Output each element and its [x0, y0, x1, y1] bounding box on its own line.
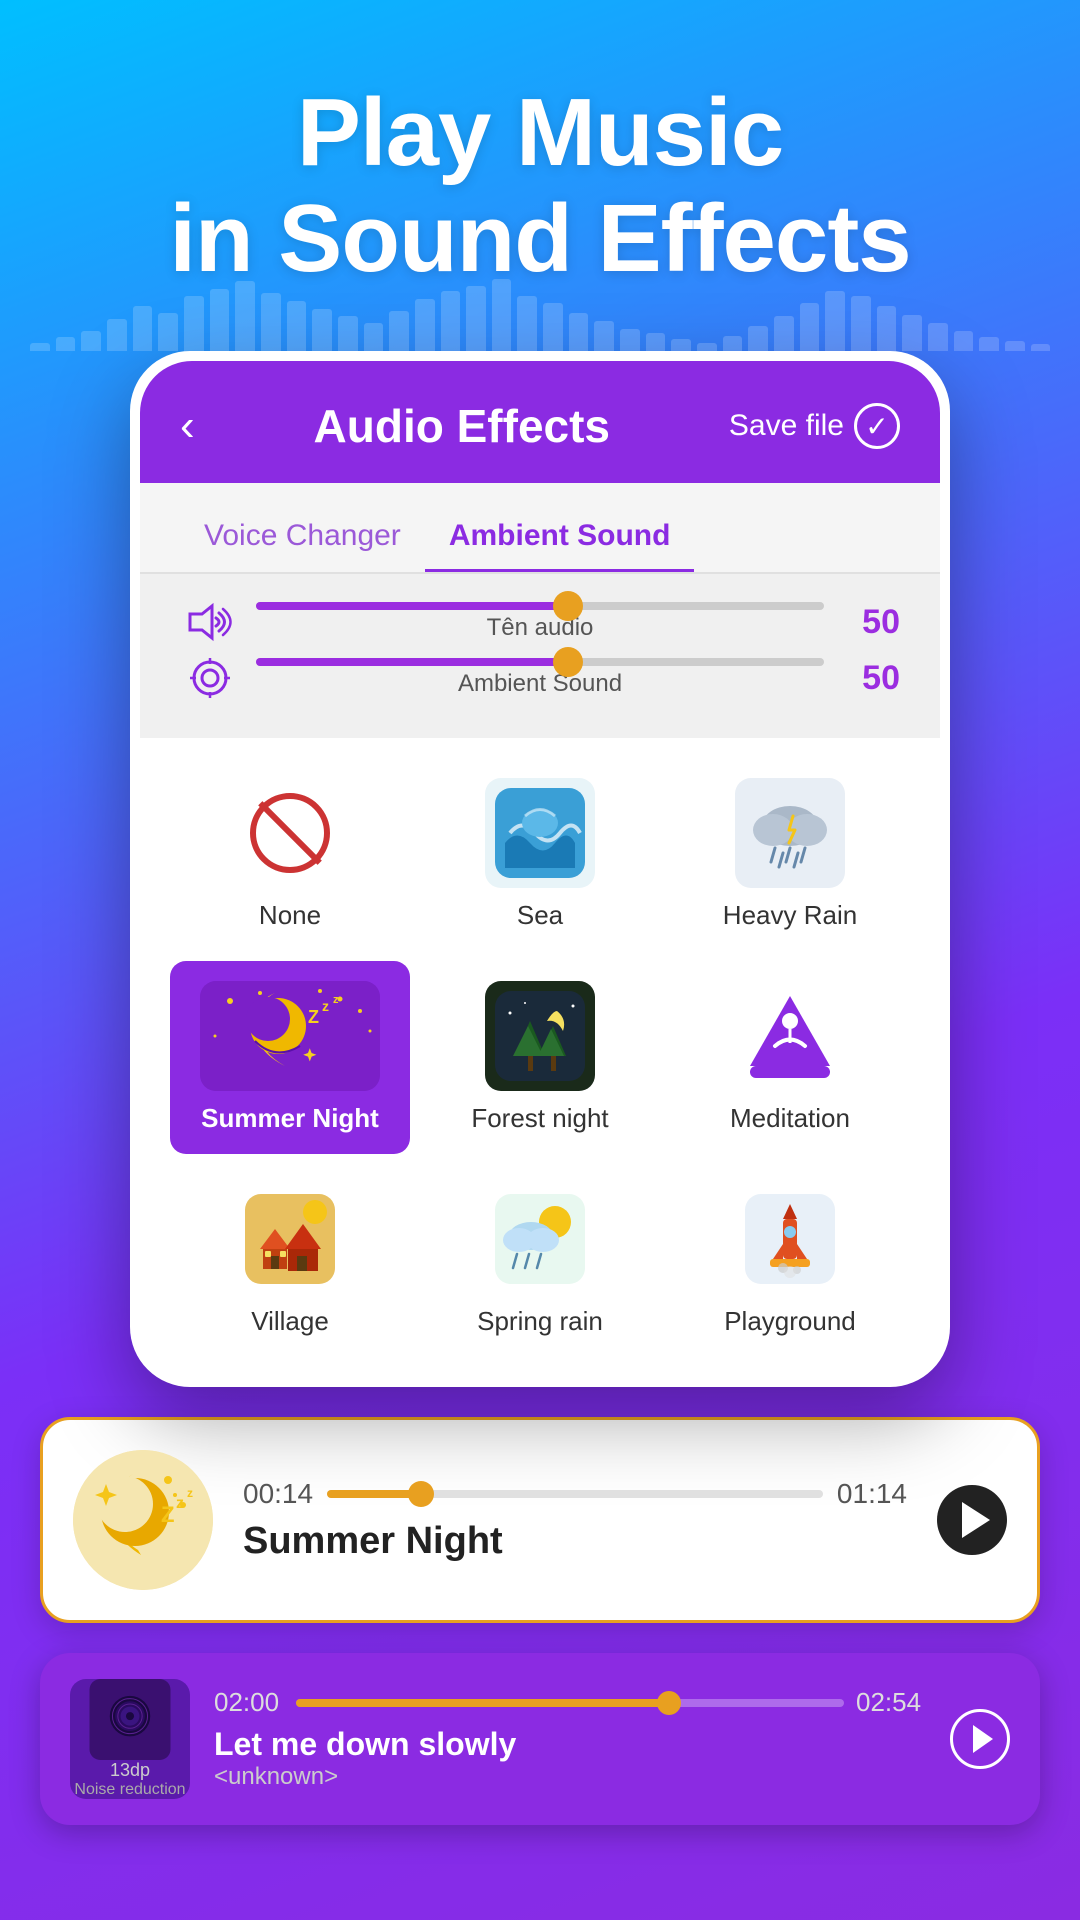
player2-thumb: 13dp Noise reduction [70, 1679, 190, 1799]
svg-text:Z: Z [308, 1007, 319, 1027]
player2-thumb-sublabel: Noise reduction [74, 1781, 185, 1799]
slider-fill-audio [256, 602, 568, 610]
village-icon [235, 1184, 345, 1294]
app-title: Audio Effects [314, 399, 610, 453]
player2-info: 02:00 02:54 Let me down slowly <unknown> [214, 1687, 926, 1791]
sound-grid: None Sea [140, 738, 940, 1377]
slider-track-audio [256, 602, 824, 610]
forest-icon [485, 981, 595, 1091]
meditation-icon [735, 981, 845, 1091]
sliders-section: Tên audio 50 [140, 574, 940, 738]
header-section: Play Music in Sound Effects [0, 0, 1080, 351]
app-header: ‹ Audio Effects Save file ✓ [140, 361, 940, 483]
save-file-button[interactable]: Save file ✓ [729, 403, 900, 449]
none-icon [235, 778, 345, 888]
sound-label-spring-rain: Spring rain [477, 1306, 603, 1337]
player-card-2: 13dp Noise reduction 02:00 02:54 Let me … [40, 1653, 1040, 1825]
sound-label-sea: Sea [517, 900, 563, 931]
phone-inner: ‹ Audio Effects Save file ✓ Voice Change… [140, 361, 940, 1377]
sound-item-none[interactable]: None [170, 758, 410, 951]
sound-label-summer-night: Summer Night [201, 1103, 379, 1134]
save-file-label: Save file [729, 409, 844, 443]
slider-row-ambient: Ambient Sound 50 [180, 654, 900, 702]
player-card-1: Z z z 00:14 01:14 Summer Night [40, 1417, 1040, 1623]
tabs-row: Voice Changer Ambient Sound [140, 483, 940, 574]
sound-label-village: Village [251, 1306, 329, 1337]
play-button-2[interactable] [950, 1709, 1010, 1769]
ambient-icon [180, 654, 240, 702]
tab-voice-changer[interactable]: Voice Changer [180, 503, 425, 572]
sound-label-meditation: Meditation [730, 1103, 850, 1134]
spring-icon [485, 1184, 595, 1294]
sound-item-spring-rain[interactable]: Spring rain [420, 1164, 660, 1357]
svg-text:z: z [333, 994, 339, 1006]
player2-artist: <unknown> [214, 1763, 926, 1791]
playground-icon [735, 1184, 845, 1294]
sound-label-playground: Playground [724, 1306, 856, 1337]
sound-item-summer-night[interactable]: Z z z Summer Night [170, 961, 410, 1154]
sound-label-forest: Forest night [471, 1103, 608, 1134]
header-title: Play Music in Sound Effects [40, 80, 1040, 291]
play-triangle-2 [973, 1725, 993, 1753]
slider-value-ambient: 50 [840, 659, 900, 698]
svg-text:z: z [322, 998, 329, 1014]
slider-label-audio: Tên audio [487, 614, 594, 642]
player-time-row: 00:14 01:14 [243, 1478, 907, 1510]
player-current-time: 00:14 [243, 1478, 313, 1510]
slider-label-ambient: Ambient Sound [458, 670, 622, 698]
save-check-icon: ✓ [854, 403, 900, 449]
play-triangle-1 [962, 1502, 990, 1538]
phone-mockup: ‹ Audio Effects Save file ✓ Voice Change… [130, 351, 950, 1387]
rain-icon [735, 778, 845, 888]
player2-progress-thumb[interactable] [657, 1691, 681, 1715]
player-progress-thumb[interactable] [408, 1481, 434, 1507]
sound-item-meditation[interactable]: Meditation [670, 961, 910, 1154]
player-thumb-1: Z z z [73, 1450, 213, 1590]
sound-item-forest-night[interactable]: Forest night [420, 961, 660, 1154]
slider-fill-ambient [256, 658, 568, 666]
player2-progress-track[interactable] [296, 1699, 844, 1707]
volume-icon [180, 598, 240, 646]
moon-icon: Z z z [200, 981, 380, 1091]
player2-progress-fill [296, 1699, 669, 1707]
sound-label-none: None [259, 900, 321, 931]
svg-text:Z: Z [161, 1502, 174, 1527]
sound-item-heavy-rain[interactable]: Heavy Rain [670, 758, 910, 951]
slider-track-ambient [256, 658, 824, 666]
tab-ambient-sound[interactable]: Ambient Sound [425, 503, 695, 572]
slider-thumb-ambient[interactable] [553, 647, 583, 677]
svg-text:z: z [187, 1486, 193, 1500]
audio-slider[interactable]: Tên audio [256, 602, 824, 642]
sound-item-sea[interactable]: Sea [420, 758, 660, 951]
sound-label-rain: Heavy Rain [723, 900, 857, 931]
player2-song: Let me down slowly [214, 1726, 926, 1763]
phone-wrapper: ‹ Audio Effects Save file ✓ Voice Change… [0, 351, 1080, 1387]
player2-time-row: 02:00 02:54 [214, 1687, 926, 1718]
slider-thumb-audio[interactable] [553, 591, 583, 621]
back-button[interactable]: ‹ [180, 401, 195, 451]
player-title: Summer Night [243, 1520, 907, 1563]
player2-current-time: 02:00 [214, 1687, 284, 1718]
slider-value-audio: 50 [840, 603, 900, 642]
player-info-1: 00:14 01:14 Summer Night [243, 1478, 907, 1563]
player-progress-fill [327, 1490, 421, 1498]
sea-icon [485, 778, 595, 888]
slider-row-audio: Tên audio 50 [180, 598, 900, 646]
player-progress-track[interactable] [327, 1490, 823, 1498]
player2-thumb-label: 13dp [110, 1760, 150, 1781]
player-total-time: 01:14 [837, 1478, 907, 1510]
ambient-slider[interactable]: Ambient Sound [256, 658, 824, 698]
sound-item-playground[interactable]: Playground [670, 1164, 910, 1357]
sound-item-village[interactable]: Village [170, 1164, 410, 1357]
play-button-1[interactable] [937, 1485, 1007, 1555]
player2-total-time: 02:54 [856, 1687, 926, 1718]
svg-text:z: z [176, 1495, 184, 1512]
